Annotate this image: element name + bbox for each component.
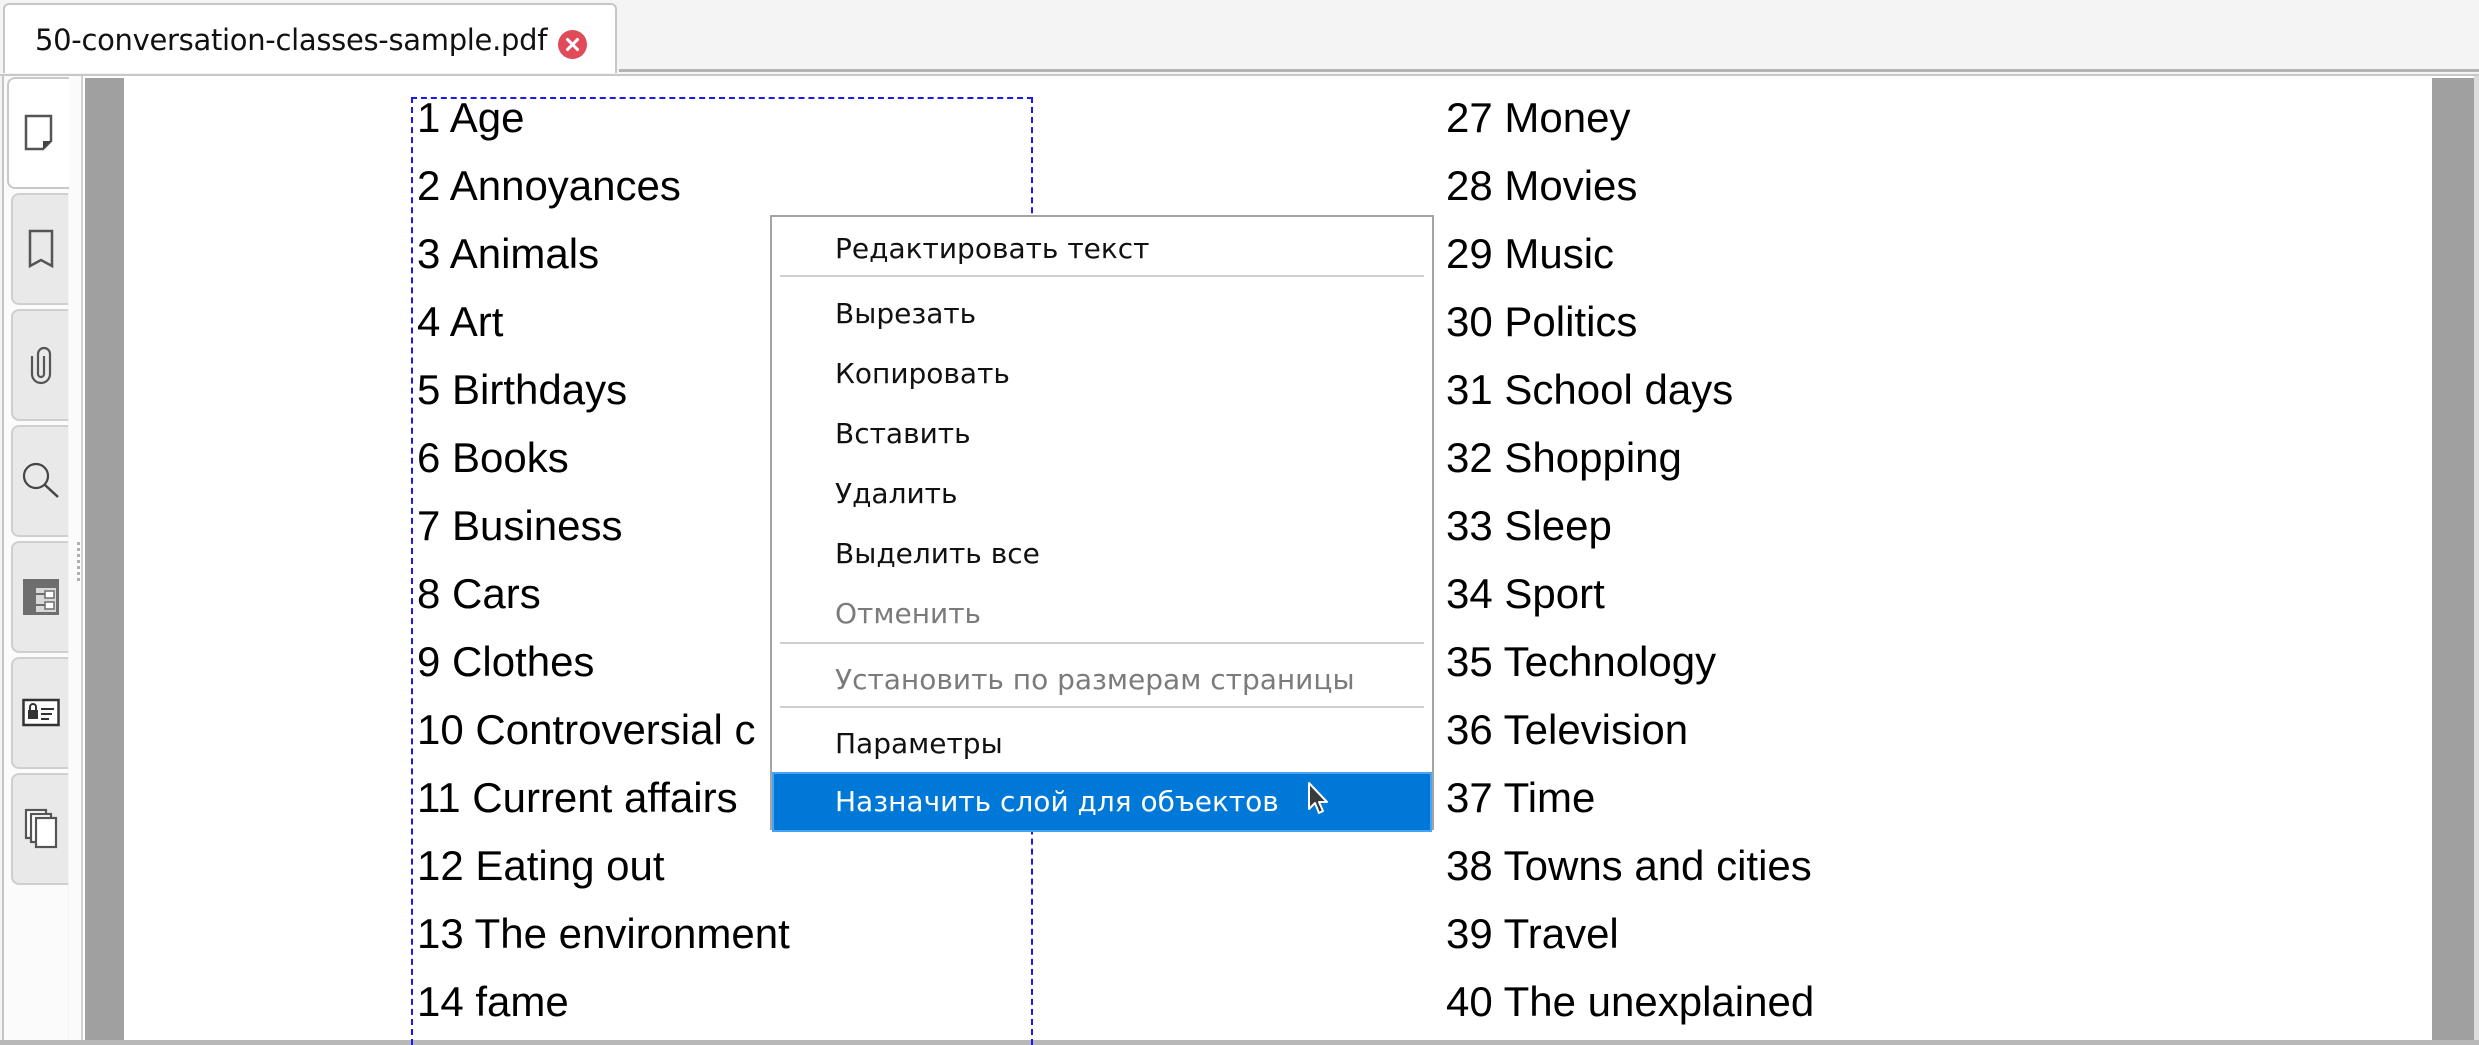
- page-gutter-left: [85, 78, 124, 1042]
- page-icon: [24, 114, 53, 151]
- menu-item-paste[interactable]: Вставить: [772, 404, 1432, 464]
- sidebar-tab-layers[interactable]: [11, 541, 68, 653]
- topic-item[interactable]: 37 Time: [1446, 764, 1814, 832]
- menu-item-edit-text[interactable]: Редактировать текст: [772, 219, 1432, 279]
- topic-list-right: 27 Money 28 Movies 29 Music 30 Politics …: [1446, 84, 1814, 1036]
- context-menu: Редактировать текст Вырезать Копировать …: [770, 215, 1434, 832]
- sidebar-tab-signatures[interactable]: [11, 657, 68, 769]
- splitter-grip[interactable]: [77, 542, 80, 582]
- topic-item[interactable]: 31 School days: [1446, 356, 1814, 424]
- stacked-pages-icon: [24, 808, 57, 849]
- viewer-bottom-border: [0, 1040, 2479, 1045]
- sidebar-splitter[interactable]: [69, 76, 83, 1042]
- page-gutter-right: [2432, 78, 2474, 1042]
- topic-item[interactable]: 27 Money: [1446, 84, 1814, 152]
- paperclip-icon: [30, 346, 51, 385]
- topic-item[interactable]: 34 Sport: [1446, 560, 1814, 628]
- topic-item[interactable]: 33 Sleep: [1446, 492, 1814, 560]
- search-icon: [22, 462, 59, 498]
- bookmark-icon: [28, 229, 53, 269]
- menu-item-assign-layer[interactable]: Назначить слой для объектов: [772, 772, 1432, 832]
- topic-item[interactable]: 32 Shopping: [1446, 424, 1814, 492]
- menu-separator: [780, 642, 1424, 644]
- menu-item-select-all[interactable]: Выделить все: [772, 524, 1432, 584]
- tab-bar-divider: [619, 69, 2479, 72]
- menu-separator: [780, 275, 1424, 277]
- menu-separator: [780, 706, 1424, 708]
- sidebar-tab-attachments[interactable]: [11, 309, 68, 421]
- sidebar-tab-pages[interactable]: [7, 77, 69, 189]
- tab-bar: 50-conversation-classes-sample.pdf: [0, 0, 2479, 73]
- topic-item[interactable]: 29 Music: [1446, 220, 1814, 288]
- menu-item-undo: Отменить: [835, 597, 982, 630]
- sidebar-tab-bookmarks[interactable]: [11, 193, 68, 305]
- menu-item-cut[interactable]: Вырезать: [772, 284, 1432, 344]
- topic-item[interactable]: 36 Television: [1446, 696, 1814, 764]
- close-tab-icon[interactable]: [558, 30, 587, 59]
- id-card-lock-icon: [21, 698, 60, 727]
- menu-item-fit-to-page: Установить по размерам страницы: [835, 663, 1355, 696]
- vertical-scrollbar[interactable]: [2474, 76, 2479, 1042]
- topic-item[interactable]: 39 Travel: [1446, 900, 1814, 968]
- sidebar-tab-pages-stack[interactable]: [11, 773, 68, 885]
- document-tab-title: 50-conversation-classes-sample.pdf: [35, 23, 548, 57]
- topic-item[interactable]: 30 Politics: [1446, 288, 1814, 356]
- topic-item[interactable]: 28 Movies: [1446, 152, 1814, 220]
- menu-item-properties[interactable]: Параметры: [772, 714, 1432, 774]
- layers-tree-icon: [22, 579, 59, 615]
- document-tab[interactable]: 50-conversation-classes-sample.pdf: [3, 3, 617, 73]
- topic-item[interactable]: 38 Towns and cities: [1446, 832, 1814, 900]
- menu-item-delete[interactable]: Удалить: [772, 464, 1432, 524]
- mouse-pointer-icon: [1308, 782, 1328, 814]
- menu-item-copy[interactable]: Копировать: [772, 344, 1432, 404]
- topic-item[interactable]: 35 Technology: [1446, 628, 1814, 696]
- sidebar-tab-search[interactable]: [11, 425, 68, 537]
- topic-item[interactable]: 40 The unexplained: [1446, 968, 1814, 1036]
